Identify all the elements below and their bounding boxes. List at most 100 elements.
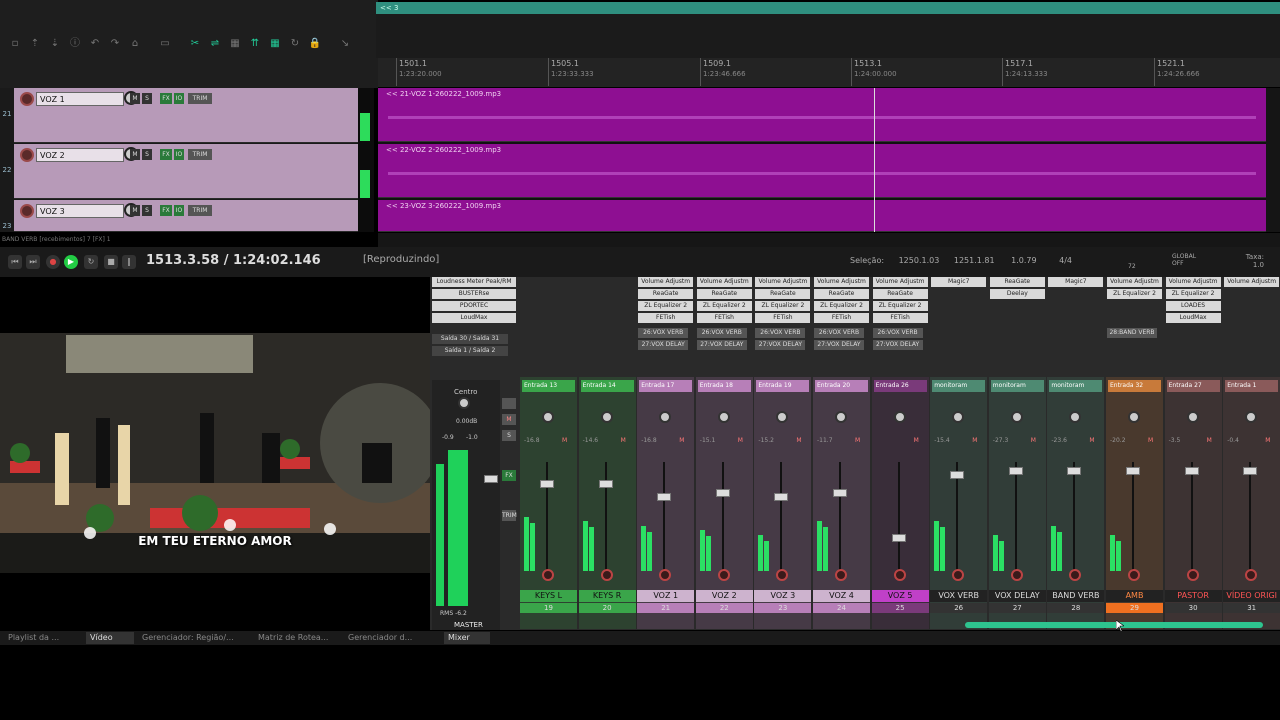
track-name[interactable]: VOX VERB — [930, 590, 988, 602]
pan-knob[interactable] — [1128, 411, 1140, 423]
repeat-icon[interactable]: ↻ — [84, 255, 98, 269]
fx-slot[interactable]: Volume Adjustm — [872, 277, 928, 287]
record-arm-button[interactable] — [835, 569, 847, 581]
track-name[interactable]: VOZ 2 — [695, 590, 753, 602]
track-header-voz2[interactable]: VOZ 2 M S FX IO TRIM — [14, 144, 358, 199]
track-header-voz3[interactable]: VOZ 3 M S FX IO TRIM — [14, 200, 358, 232]
volume-fader[interactable] — [598, 480, 613, 488]
mute-button[interactable]: M — [1089, 437, 1094, 444]
input-select[interactable]: Entrada 27 — [1166, 380, 1220, 392]
mute-button[interactable]: M — [855, 437, 860, 444]
grouping-icon[interactable]: ⇈ — [248, 37, 262, 51]
mute-button[interactable]: M — [1148, 437, 1153, 444]
record-arm-button[interactable] — [1128, 569, 1140, 581]
input-select[interactable]: Entrada 18 — [697, 380, 751, 392]
volume-fader[interactable] — [1126, 467, 1140, 475]
envelope-icon[interactable]: ▦ — [228, 37, 242, 51]
mute-button[interactable]: M — [972, 437, 977, 444]
send-slot[interactable]: 28:BAND VERB — [1107, 328, 1157, 338]
play-icon[interactable]: ▶ — [64, 255, 78, 269]
media-item-voz3[interactable]: << 23-VOZ 3-260222_1009.mp3 — [378, 200, 1266, 232]
tool-arrow-icon[interactable]: ↘ — [338, 37, 352, 51]
mute-button[interactable]: M — [130, 149, 140, 160]
fx-button[interactable]: FX — [160, 93, 172, 104]
fx-slot[interactable]: Volume Adjustm — [1107, 277, 1162, 287]
track-name[interactable]: PASTOR — [1164, 590, 1222, 602]
fx-slot[interactable]: ZL Equalizer 2 — [696, 301, 752, 311]
tab-video[interactable]: Vídeo — [86, 632, 134, 644]
fx-slot[interactable]: ReaGate — [814, 289, 869, 299]
volume-fader[interactable] — [950, 471, 965, 479]
record-arm-button[interactable] — [717, 569, 730, 581]
record-arm-button[interactable] — [1010, 569, 1023, 581]
track-name[interactable]: KEYS R — [578, 590, 636, 602]
trim-button[interactable]: TRIM — [188, 205, 212, 216]
send-slot[interactable]: 27:VOX DELAY — [696, 340, 747, 350]
stop-icon[interactable]: ■ — [104, 255, 118, 269]
master-send[interactable]: Saída 30 / Saída 31 — [432, 334, 508, 344]
fx-slot[interactable]: ZL Equalizer 2 — [1107, 289, 1162, 299]
record-icon[interactable]: ● — [46, 255, 60, 269]
pan-knob[interactable] — [1069, 411, 1082, 423]
input-select[interactable]: Entrada 26 — [873, 380, 927, 392]
send-slot[interactable]: 26:VOX VERB — [872, 328, 923, 338]
loop-icon[interactable]: ↻ — [288, 37, 302, 51]
volume-fader[interactable] — [833, 489, 847, 497]
mute-button[interactable]: M — [796, 437, 801, 444]
send-slot[interactable]: 26:VOX VERB — [696, 328, 747, 338]
bpm[interactable]: 72 — [1128, 263, 1136, 270]
fx-slot[interactable]: Volume Adjustm — [1165, 277, 1221, 287]
new-project-icon[interactable]: ▫ — [8, 37, 22, 51]
master-fx-slot[interactable]: BUSTERse — [432, 289, 516, 299]
solo-button[interactable]: S — [142, 93, 152, 104]
go-to-end-icon[interactable]: ⏭ — [26, 255, 40, 269]
fx-button[interactable]: FX — [160, 149, 172, 160]
fx-slot[interactable]: ZL Equalizer 2 — [814, 301, 869, 311]
fx-slot[interactable]: FETish — [638, 313, 694, 323]
fx-slot[interactable]: ReaGate — [989, 277, 1045, 287]
save-project-icon[interactable]: ⇣ — [48, 37, 62, 51]
mute-button[interactable]: M — [562, 437, 567, 444]
master-fx-button[interactable]: FX — [502, 470, 516, 481]
volume-fader[interactable] — [891, 534, 906, 542]
global-automation[interactable]: GLOBAL OFF — [1172, 253, 1196, 267]
pan-knob[interactable] — [776, 411, 789, 423]
track-name-field[interactable]: VOZ 1 — [36, 92, 124, 106]
record-arm-button[interactable] — [1186, 569, 1199, 581]
master-pan-knob[interactable] — [458, 397, 470, 409]
master-solo-button[interactable]: S — [502, 430, 516, 441]
tab-playlist[interactable]: Playlist da ... — [4, 632, 84, 644]
fx-slot[interactable]: Volume Adjustm — [755, 277, 811, 287]
track-name[interactable]: VOZ 5 — [871, 590, 929, 602]
media-item-voz1[interactable]: << 21-VOZ 1-260222_1009.mp3 — [378, 88, 1266, 142]
fx-slot[interactable]: Volume Adjustm — [1224, 277, 1280, 287]
undo-icon[interactable]: ↶ — [88, 37, 102, 51]
record-arm-button[interactable] — [1245, 569, 1258, 581]
send-slot[interactable]: 27:VOX DELAY — [638, 340, 689, 350]
record-arm-button[interactable] — [893, 569, 906, 581]
tab-routing-matrix[interactable]: Matriz de Rotea... — [254, 632, 338, 644]
region-bar[interactable]: << 3 — [376, 2, 1280, 14]
input-select[interactable]: Entrada 14 — [580, 380, 634, 392]
send-slot[interactable]: 27:VOX DELAY — [755, 340, 806, 350]
pan-knob[interactable] — [893, 411, 906, 423]
volume-fader[interactable] — [1184, 467, 1199, 475]
mute-button[interactable]: M — [1265, 437, 1270, 444]
ripple-icon[interactable]: ✂ — [188, 37, 202, 51]
trim-button[interactable]: TRIM — [188, 149, 212, 160]
mute-button[interactable]: M — [130, 205, 140, 216]
track-name[interactable]: VOX DELAY — [988, 590, 1046, 602]
send-slot[interactable]: 27:VOX DELAY — [872, 340, 923, 350]
fx-slot[interactable]: ReaGate — [696, 289, 752, 299]
pan-knob[interactable] — [952, 411, 965, 423]
send-slot[interactable]: 26:VOX VERB — [814, 328, 864, 338]
master-trim-button[interactable]: TRIM — [502, 510, 517, 521]
input-select[interactable]: Entrada 32 — [1108, 380, 1161, 392]
volume-fader[interactable] — [1067, 467, 1082, 475]
master-send[interactable]: Saída 1 / Saída 2 — [432, 346, 508, 356]
mono-button[interactable] — [502, 398, 516, 409]
volume-fader[interactable] — [774, 493, 789, 501]
fx-slot[interactable]: Deelay — [989, 289, 1045, 299]
input-select[interactable]: Entrada 17 — [639, 380, 693, 392]
record-arm-button[interactable] — [20, 204, 34, 218]
